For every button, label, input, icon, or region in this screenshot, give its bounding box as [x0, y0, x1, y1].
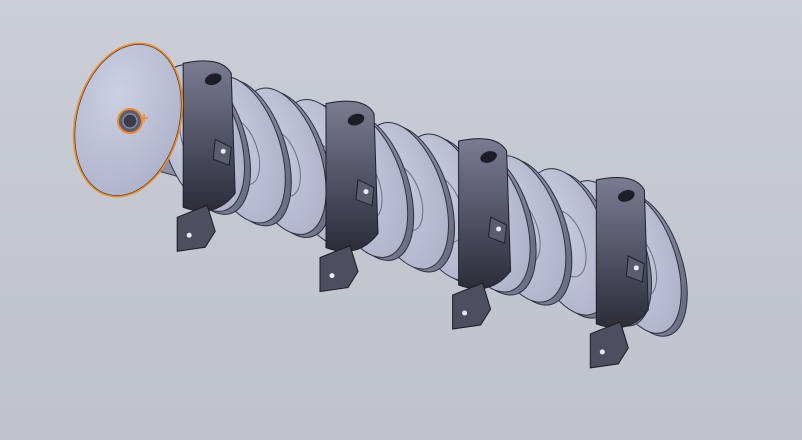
bracket-hole — [599, 349, 605, 355]
mounting-bracket[interactable] — [452, 282, 492, 330]
bracket-hole — [186, 232, 192, 238]
end-face-group[interactable] — [58, 31, 199, 209]
bracket-hole — [329, 273, 335, 279]
bearing-housing[interactable] — [176, 60, 236, 252]
mounting-bracket[interactable] — [176, 204, 216, 252]
lug-hole — [496, 226, 502, 232]
cad-graphics-area[interactable] — [0, 0, 802, 440]
mounting-bracket[interactable] — [589, 321, 629, 369]
selected-end-face[interactable] — [58, 31, 199, 209]
lug-hole — [363, 189, 369, 195]
mounting-bracket[interactable] — [319, 244, 359, 293]
threaded-hole-inner — [122, 113, 138, 129]
bracket-hole — [462, 310, 468, 316]
bearing-housing[interactable] — [589, 177, 649, 369]
bearing-housing[interactable] — [319, 100, 379, 293]
lug-hole — [633, 265, 639, 271]
model-view[interactable] — [0, 0, 802, 440]
lug-hole — [220, 148, 226, 154]
bearing-housing[interactable] — [452, 138, 512, 330]
